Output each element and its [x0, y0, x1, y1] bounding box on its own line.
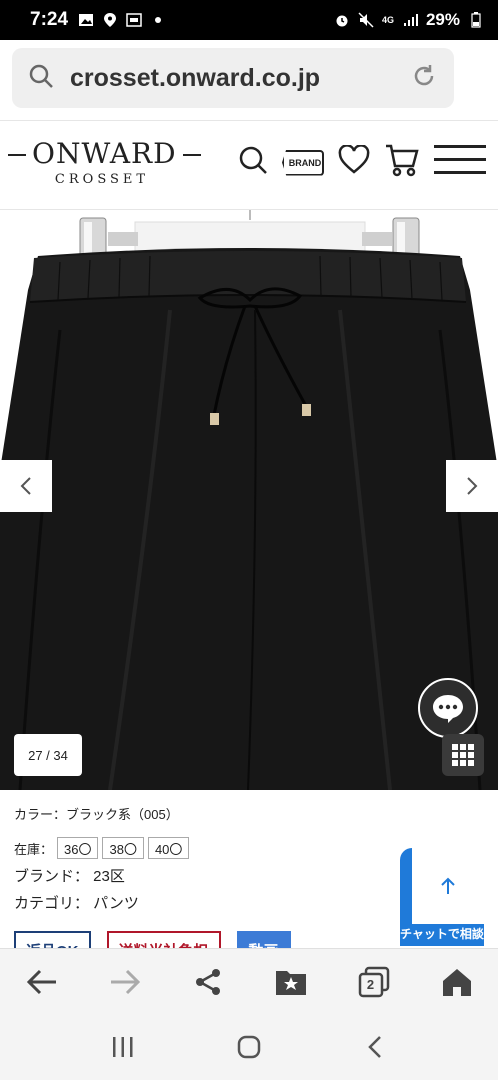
bookmark-folder-icon [275, 970, 306, 995]
favorite-heart-icon[interactable] [338, 144, 370, 180]
image-counter: 27 / 34 [14, 734, 82, 776]
arrow-right-icon [110, 969, 140, 994]
alarm-icon [334, 12, 350, 28]
product-info: カラー：ブラック系（005） 在庫： 36〇 38〇 40〇 ブランド： 23区… [0, 790, 498, 948]
site-header: ONWARD CROSSET BRAND [0, 120, 498, 210]
status-time: 7:24 [30, 9, 69, 30]
chat-button[interactable] [418, 678, 478, 738]
home-circle-icon [237, 1035, 261, 1059]
gallery-next-button[interactable] [446, 460, 498, 512]
video-badge[interactable]: 動画 [236, 931, 291, 948]
battery-icon [468, 12, 484, 28]
home-icon [442, 968, 471, 996]
recent-apps-icon [113, 1037, 133, 1057]
size-option-36[interactable]: 36〇 [57, 837, 99, 859]
status-bar: 7:24 4G 29% [0, 0, 498, 40]
scroll-top-button[interactable] [412, 848, 484, 924]
cart-icon[interactable] [384, 143, 420, 182]
recent-apps-button[interactable] [101, 1025, 145, 1069]
tab-count: 2 [366, 977, 375, 992]
share-icon [195, 968, 220, 995]
chat-bubble-icon [433, 695, 463, 723]
system-home-button[interactable] [227, 1025, 271, 1069]
chat-consult-label: チャットで相談 [400, 927, 484, 941]
bookmarks-button[interactable] [269, 960, 313, 1004]
logo-main-text: ONWARD [8, 137, 201, 170]
hamburger-menu-icon[interactable] [434, 143, 486, 182]
chevron-left-icon [20, 477, 31, 495]
url-text[interactable]: crosset.onward.co.jp [70, 64, 410, 93]
network-type: 4G [381, 15, 394, 25]
color-line: カラー：ブラック系（005） [14, 807, 179, 822]
back-button[interactable] [20, 960, 64, 1004]
forward-button[interactable] [103, 960, 147, 1004]
tabs-button[interactable]: 2 [352, 960, 396, 1004]
reload-icon[interactable] [410, 62, 438, 95]
chat-consult-widget[interactable]: チャットで相談 [400, 848, 484, 946]
grid-icon [452, 744, 474, 766]
search-icon [28, 63, 54, 94]
site-search-icon[interactable] [238, 145, 268, 180]
product-image-gallery[interactable]: 27 / 34 [0, 210, 498, 790]
arrow-left-icon [26, 969, 56, 994]
location-icon [102, 12, 118, 28]
site-logo[interactable]: ONWARD CROSSET [8, 137, 201, 187]
stock-label: 在庫： [14, 841, 54, 857]
browser-bottom-nav: 2 [0, 948, 498, 1014]
arrow-up-icon [441, 877, 455, 894]
signal-icon [402, 12, 418, 28]
brand-button[interactable]: BRAND [282, 149, 324, 176]
back-chevron-icon [368, 1036, 381, 1058]
battery-percent: 29% [425, 10, 460, 29]
thumbnail-grid-button[interactable] [442, 734, 484, 776]
share-button[interactable] [186, 960, 230, 1004]
chevron-right-icon [467, 477, 478, 495]
gallery-prev-button[interactable] [0, 460, 52, 512]
size-option-38[interactable]: 38〇 [102, 837, 144, 859]
size-option-40[interactable]: 40〇 [147, 837, 190, 859]
return-ok-badge[interactable]: 返品OK [14, 931, 91, 948]
mute-icon [358, 12, 374, 28]
logo-sub-text: CROSSET [54, 172, 150, 187]
gallery-notification-icon [78, 12, 94, 28]
notification-dot-icon [150, 12, 166, 28]
free-shipping-badge[interactable]: 送料当社負担 [106, 931, 221, 948]
system-back-button[interactable] [353, 1025, 397, 1069]
system-nav-bar [0, 1014, 498, 1080]
home-button[interactable] [435, 960, 479, 1004]
app-notification-icon [126, 12, 142, 28]
address-bar[interactable]: crosset.onward.co.jp [12, 48, 454, 108]
browser-toolbar: crosset.onward.co.jp [0, 40, 498, 120]
